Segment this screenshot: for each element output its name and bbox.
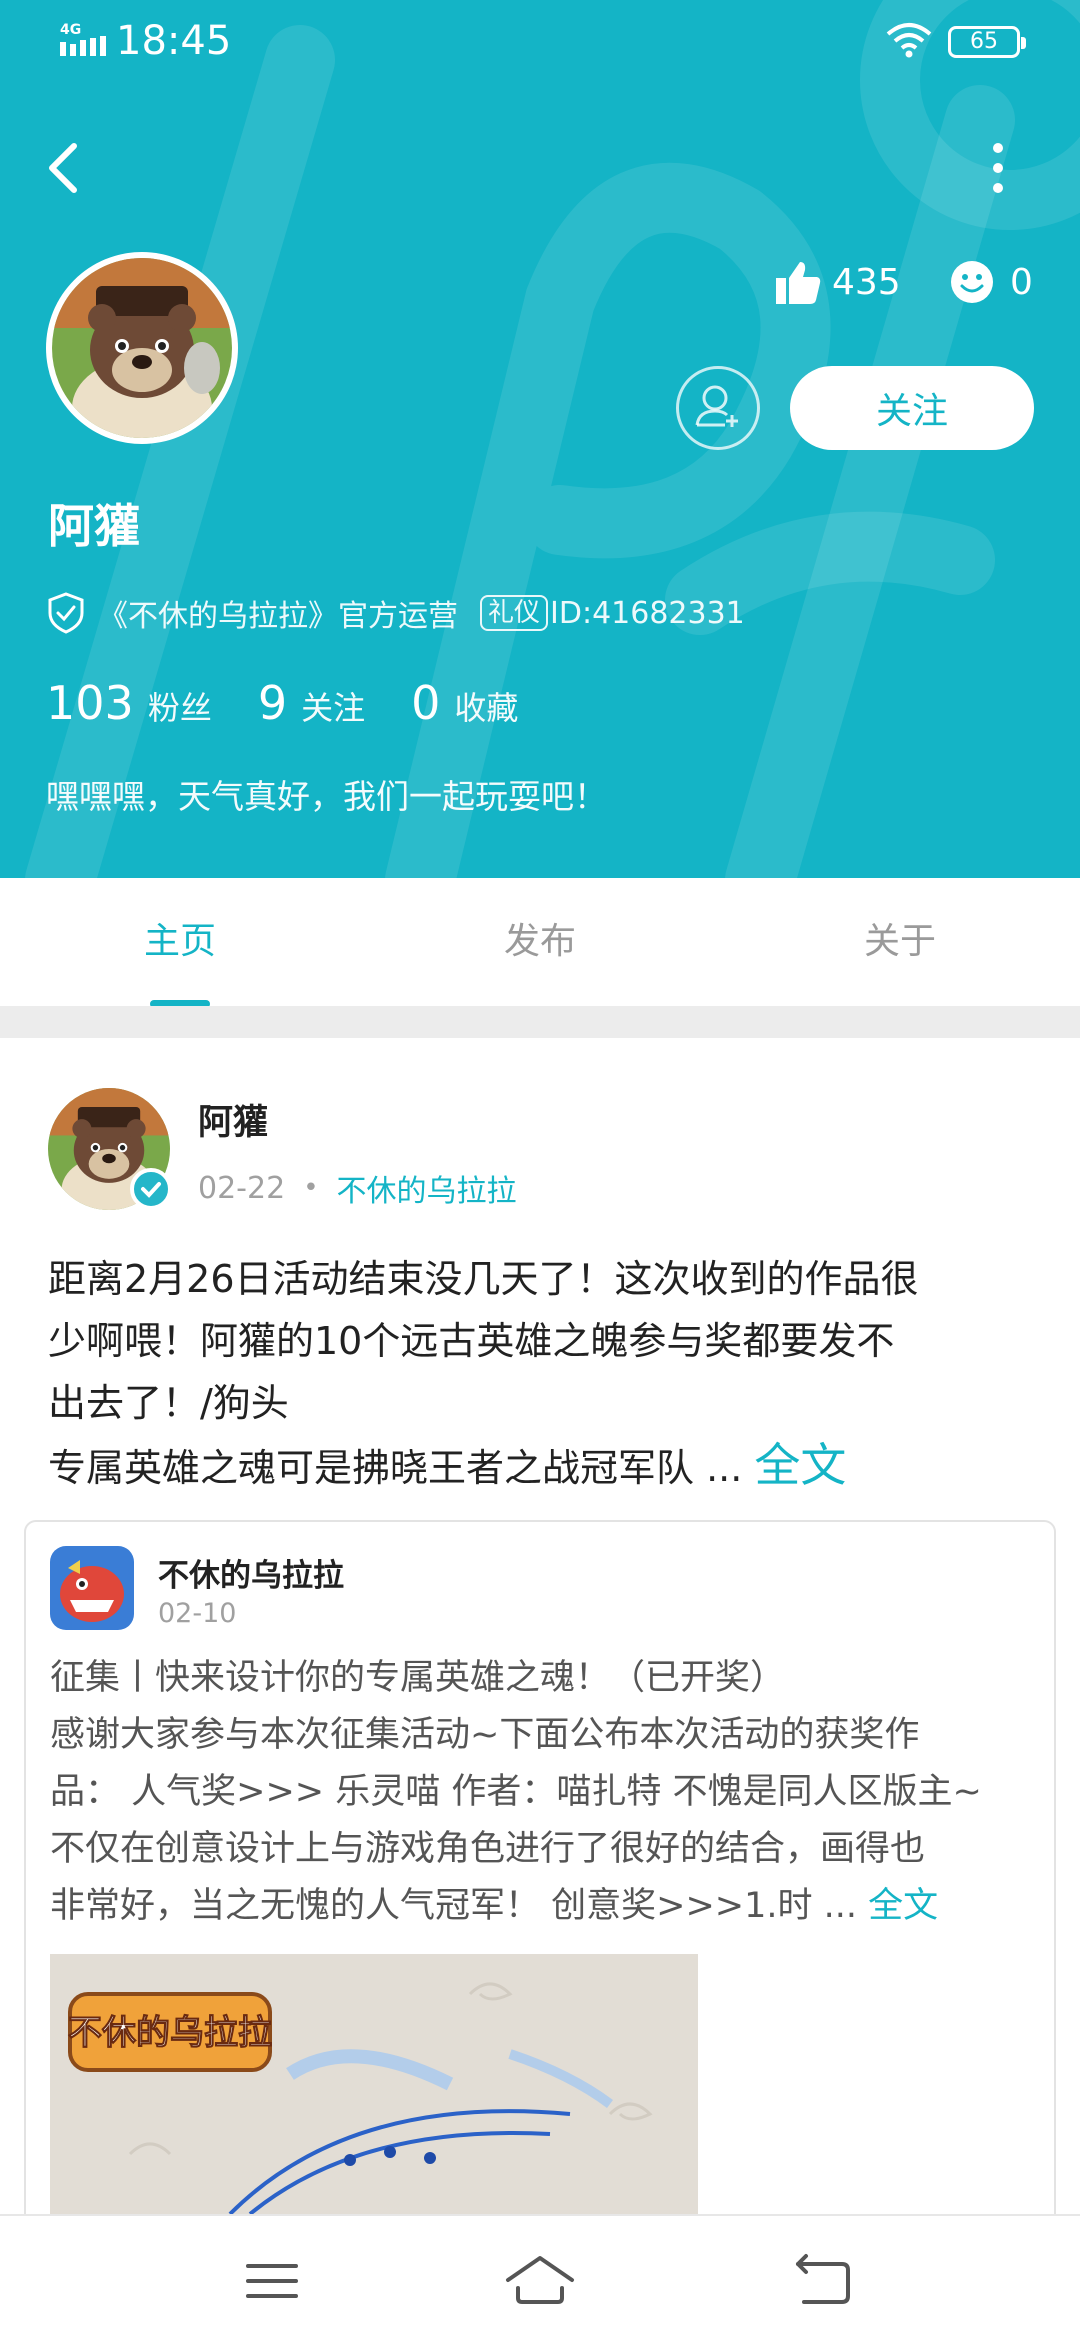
read-more-link[interactable]: 全文 — [754, 1438, 846, 1492]
likes-stat[interactable]: 435 — [774, 252, 901, 312]
bear-avatar-image — [52, 258, 232, 438]
reactions-stat[interactable]: 0 — [950, 252, 1033, 312]
favorites-count[interactable]: 0 — [411, 676, 440, 730]
post-game-link[interactable]: 不休的乌拉拉 — [337, 1166, 517, 1210]
back-arrow-icon[interactable] — [40, 136, 90, 200]
profile-tabs: 主页 发布 关于 — [0, 878, 1080, 1006]
post-line: 距离2月26日活动结束没几天了！这次收到的作品很 — [48, 1257, 919, 1301]
verified-badge-icon — [130, 1168, 172, 1210]
reactions-count: 0 — [1010, 261, 1033, 303]
wifi-icon — [886, 23, 932, 58]
add-friend-icon — [695, 385, 738, 427]
post-meta: 02-22 • 不休的乌拉拉 — [198, 1166, 517, 1210]
status-bar: 4G 18:45 65 — [0, 0, 1080, 84]
following-label[interactable]: 关注 — [301, 683, 365, 729]
following-count[interactable]: 9 — [258, 676, 287, 730]
tab-about[interactable]: 关于 — [720, 878, 1080, 1006]
profile-avatar[interactable] — [46, 252, 238, 444]
battery-indicator: 65 — [948, 26, 1026, 58]
post-line-text: 专属英雄之魂可是拂晓王者之战冠军队 ... — [48, 1446, 755, 1490]
user-id: ID:41682331 — [550, 595, 745, 631]
favorites-label[interactable]: 收藏 — [454, 683, 518, 729]
profile-header: 4G 18:45 65 435 0 关注 阿獾 《不休的乌拉拉》官方运营 礼仪 … — [0, 0, 1080, 878]
shared-body: 征集丨快来设计你的专属英雄之魂！（已开奖） 感谢大家参与本次征集活动~下面公布本… — [50, 1650, 1010, 1935]
shared-line: 品： 人气奖>>> 乐灵喵 作者：喵扎特 不愧是同人区版主~ — [50, 1772, 982, 1812]
home-icon[interactable] — [500, 2246, 580, 2316]
shared-line: 不仅在创意设计上与游戏角色进行了很好的结合，画得也 — [50, 1829, 926, 1869]
shared-line: 感谢大家参与本次征集活动~下面公布本次活动的获奖作 — [50, 1715, 920, 1755]
smiley-icon — [951, 261, 993, 303]
svg-text:4G: 4G — [60, 22, 81, 38]
verification-row: 《不休的乌拉拉》官方运营 礼仪 ID:41682331 — [46, 588, 745, 638]
post-date: 02-22 — [198, 1170, 286, 1206]
meta-separator: • — [303, 1173, 319, 1203]
post-line: 出去了！/狗头 — [48, 1381, 289, 1425]
add-friend-button[interactable] — [676, 366, 760, 450]
shared-line: 非常好，当之无愧的人气冠军！ 创意奖>>>1.时 ... 全文 — [50, 1878, 1010, 1935]
verified-text: 《不休的乌拉拉》官方运营 — [98, 599, 458, 634]
signal-icon: 4G — [60, 22, 106, 56]
system-nav-bar — [0, 2214, 1080, 2340]
post-line: 少啊喂！阿獾的10个远古英雄之魄参与奖都要发不 — [48, 1319, 895, 1363]
profile-counts: 103 粉丝 9 关注 0 收藏 — [46, 676, 564, 736]
followers-label[interactable]: 粉丝 — [148, 683, 212, 729]
section-divider — [0, 1006, 1080, 1038]
shared-line-text: 非常好，当之无愧的人气冠军！ 创意奖>>>1.时 ... — [50, 1886, 869, 1926]
verified-shield-icon — [48, 592, 84, 634]
game-logo-text: 不休的乌拉拉 — [68, 2013, 272, 2053]
profile-name: 阿獾 — [48, 499, 140, 553]
shared-line: 征集丨快来设计你的专属英雄之魂！（已开奖） — [50, 1658, 786, 1698]
follow-button[interactable]: 关注 — [790, 366, 1034, 450]
menu-icon[interactable] — [232, 2246, 312, 2316]
role-tag: 礼仪 — [480, 595, 549, 631]
game-app-icon — [50, 1546, 134, 1630]
profile-bio: 嘿嘿嘿，天气真好，我们一起玩耍吧！ — [46, 777, 607, 816]
post-author-name[interactable]: 阿獾 — [198, 1094, 268, 1145]
tab-home[interactable]: 主页 — [0, 878, 360, 1006]
shared-source-name: 不休的乌拉拉 — [158, 1558, 344, 1594]
likes-count: 435 — [832, 261, 901, 303]
tab-posts[interactable]: 发布 — [360, 878, 720, 1006]
return-icon[interactable] — [784, 2246, 864, 2316]
shared-date: 02-10 — [158, 1598, 237, 1629]
shared-read-more-link[interactable]: 全文 — [868, 1886, 938, 1926]
clock: 18:45 — [116, 18, 232, 64]
followers-count[interactable]: 103 — [46, 676, 134, 730]
shared-post-image[interactable]: 不休的乌拉拉 — [50, 1954, 698, 2214]
thumbs-up-icon — [776, 262, 821, 304]
game-logo: 不休的乌拉拉 — [68, 1992, 273, 2072]
post-line: 专属英雄之魂可是拂晓王者之战冠军队 ... 全文 — [48, 1434, 1044, 1499]
more-vert-icon[interactable] — [978, 136, 1018, 200]
post-body[interactable]: 距离2月26日活动结束没几天了！这次收到的作品很 少啊喂！阿獾的10个远古英雄之… — [48, 1248, 1044, 1499]
